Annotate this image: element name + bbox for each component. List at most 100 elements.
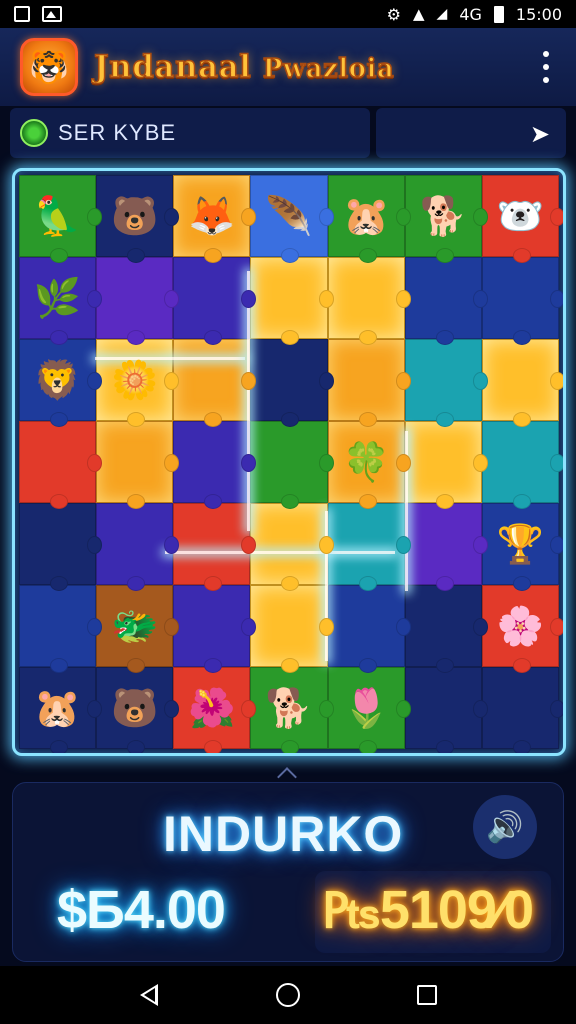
puzzle-piece[interactable]: 🐻‍❄️ <box>481 175 563 263</box>
puzzle-piece[interactable] <box>404 339 488 427</box>
puzzle-piece[interactable]: 🐕 <box>404 175 488 263</box>
puzzle-piece[interactable]: 🐹 <box>19 667 103 753</box>
puzzle-piece[interactable] <box>404 585 488 673</box>
puzzle-piece[interactable] <box>481 421 563 509</box>
app-title-main: Jndanaal <box>93 48 252 86</box>
piece-art-icon: 🐹 <box>33 685 82 730</box>
piece-art-icon: 🐻 <box>111 193 159 238</box>
recents-icon <box>416 985 437 1005</box>
app-title-secondary: Pwazloia <box>262 53 395 85</box>
sound-icon[interactable]: 🔊 <box>473 795 537 859</box>
app-logo: 🐯 <box>20 38 78 96</box>
puzzle-piece[interactable]: 🌸 <box>481 585 563 673</box>
puzzle-piece[interactable] <box>96 503 180 591</box>
status-left <box>14 6 62 22</box>
puzzle-piece[interactable] <box>327 503 411 591</box>
puzzle-piece[interactable] <box>481 339 563 427</box>
puzzle-piece[interactable] <box>250 257 334 345</box>
puzzle-piece[interactable]: 🦊 <box>173 175 257 263</box>
piece-art-icon: 🐻‍❄️ <box>496 193 545 238</box>
puzzle-piece[interactable]: 🐹 <box>327 175 411 263</box>
level-selector[interactable]: SER KYBE <box>10 108 370 158</box>
piece-art-icon: 🍀 <box>342 439 390 484</box>
puzzle-piece[interactable] <box>96 257 180 345</box>
recents-button[interactable] <box>407 975 447 1015</box>
panel-expand-handle[interactable] <box>276 766 300 778</box>
puzzle-piece[interactable] <box>173 421 257 509</box>
puzzle-piece[interactable] <box>404 503 488 591</box>
puzzle-piece[interactable] <box>250 421 334 509</box>
puzzle-piece[interactable] <box>481 257 563 345</box>
puzzle-piece[interactable]: 🪶 <box>250 175 334 263</box>
piece-art-icon: 🦊 <box>188 193 236 238</box>
puzzle-piece[interactable]: 🐲 <box>96 585 180 673</box>
puzzle-board-frame: 🦜 🐻 🦊 🪶 🐹 🐕 🐻‍❄️ 🌿 🦁 🌼 🍀 🏆 🐲 🌸 🐹 🐻 🌺 🐕 🌷 <box>12 168 566 756</box>
puzzle-piece[interactable] <box>404 421 488 509</box>
piece-art-icon: 🦁 <box>33 357 82 402</box>
back-icon <box>140 984 159 1006</box>
score-right: ₧5109⁄0 <box>321 880 534 940</box>
back-button[interactable] <box>129 975 169 1015</box>
puzzle-piece[interactable] <box>404 667 488 753</box>
more-vert-icon[interactable] <box>536 47 556 87</box>
sub-bar: SER KYBE ➤ <box>10 108 566 158</box>
puzzle-piece[interactable]: 🐕 <box>250 667 334 753</box>
home-icon <box>275 983 300 1007</box>
puzzle-piece[interactable] <box>327 257 411 345</box>
puzzle-piece[interactable] <box>173 339 257 427</box>
image-icon <box>42 6 62 22</box>
piece-art-icon: 🐹 <box>342 193 390 238</box>
puzzle-piece[interactable] <box>19 421 103 509</box>
piece-art-icon: 🐕 <box>419 193 467 238</box>
status-bar: ⚙ ▲ ◢ 4G 15:00 <box>0 0 576 28</box>
status-time: 15:00 <box>515 4 562 24</box>
puzzle-piece[interactable] <box>250 585 334 673</box>
puzzle-piece[interactable]: 🌿 <box>19 257 103 345</box>
puzzle-piece[interactable] <box>96 421 180 509</box>
puzzle-piece[interactable] <box>481 667 563 753</box>
puzzle-piece[interactable] <box>19 503 103 591</box>
puzzle-piece[interactable]: 🐻 <box>96 667 180 753</box>
wifi-icon: ▲ <box>412 5 425 23</box>
puzzle-piece[interactable] <box>327 339 411 427</box>
piece-art-icon: 🌺 <box>188 685 236 730</box>
puzzle-piece[interactable] <box>19 585 103 673</box>
bottom-panel: INDURKO 🔊 $Б4.00 ₧5109⁄0 <box>12 782 564 962</box>
sub-right-panel: ➤ <box>376 108 566 158</box>
piece-art-icon: 🌼 <box>111 357 159 402</box>
home-button[interactable] <box>268 975 308 1015</box>
puzzle-piece[interactable]: 🐻 <box>96 175 180 263</box>
piece-art-icon: 🏆 <box>496 521 545 566</box>
puzzle-piece[interactable] <box>173 503 257 591</box>
puzzle-board[interactable]: 🦜 🐻 🦊 🪶 🐹 🐕 🐻‍❄️ 🌿 🦁 🌼 🍀 🏆 🐲 🌸 🐹 🐻 🌺 🐕 🌷 <box>19 175 563 753</box>
puzzle-piece[interactable]: 🦜 <box>19 175 103 263</box>
puzzle-piece[interactable]: 🌷 <box>327 667 411 753</box>
puzzle-piece[interactable] <box>250 503 334 591</box>
puzzle-piece[interactable] <box>173 585 257 673</box>
share-icon[interactable]: ➤ <box>530 120 550 148</box>
puzzle-piece[interactable] <box>327 585 411 673</box>
tiger-face-icon: 🐯 <box>29 48 69 86</box>
puzzle-piece[interactable]: 🍀 <box>327 421 411 509</box>
carrier-text: 4G <box>459 4 482 24</box>
piece-art-icon: 🐕 <box>265 685 313 730</box>
score-left: $Б4.00 <box>57 880 226 940</box>
piece-art-icon: 🪶 <box>265 193 313 238</box>
nav-bar <box>0 966 576 1024</box>
puzzle-piece[interactable] <box>250 339 334 427</box>
puzzle-piece[interactable] <box>404 257 488 345</box>
piece-art-icon: 🌸 <box>496 603 545 648</box>
puzzle-piece[interactable]: 🌺 <box>173 667 257 753</box>
puzzle-piece[interactable]: 🏆 <box>481 503 563 591</box>
app-bar: 🐯 Jndanaal Pwazloia <box>0 28 576 106</box>
alarm-icon: ⚙ <box>386 4 401 24</box>
puzzle-piece[interactable] <box>173 257 257 345</box>
spiral-icon <box>20 119 48 147</box>
piece-art-icon: 🦜 <box>33 193 82 238</box>
puzzle-piece[interactable]: 🌼 <box>96 339 180 427</box>
piece-art-icon: 🐻 <box>111 685 159 730</box>
piece-art-icon: 🌷 <box>342 685 390 730</box>
level-label: SER KYBE <box>58 120 177 145</box>
sim-icon <box>14 6 30 22</box>
puzzle-piece[interactable]: 🦁 <box>19 339 103 427</box>
